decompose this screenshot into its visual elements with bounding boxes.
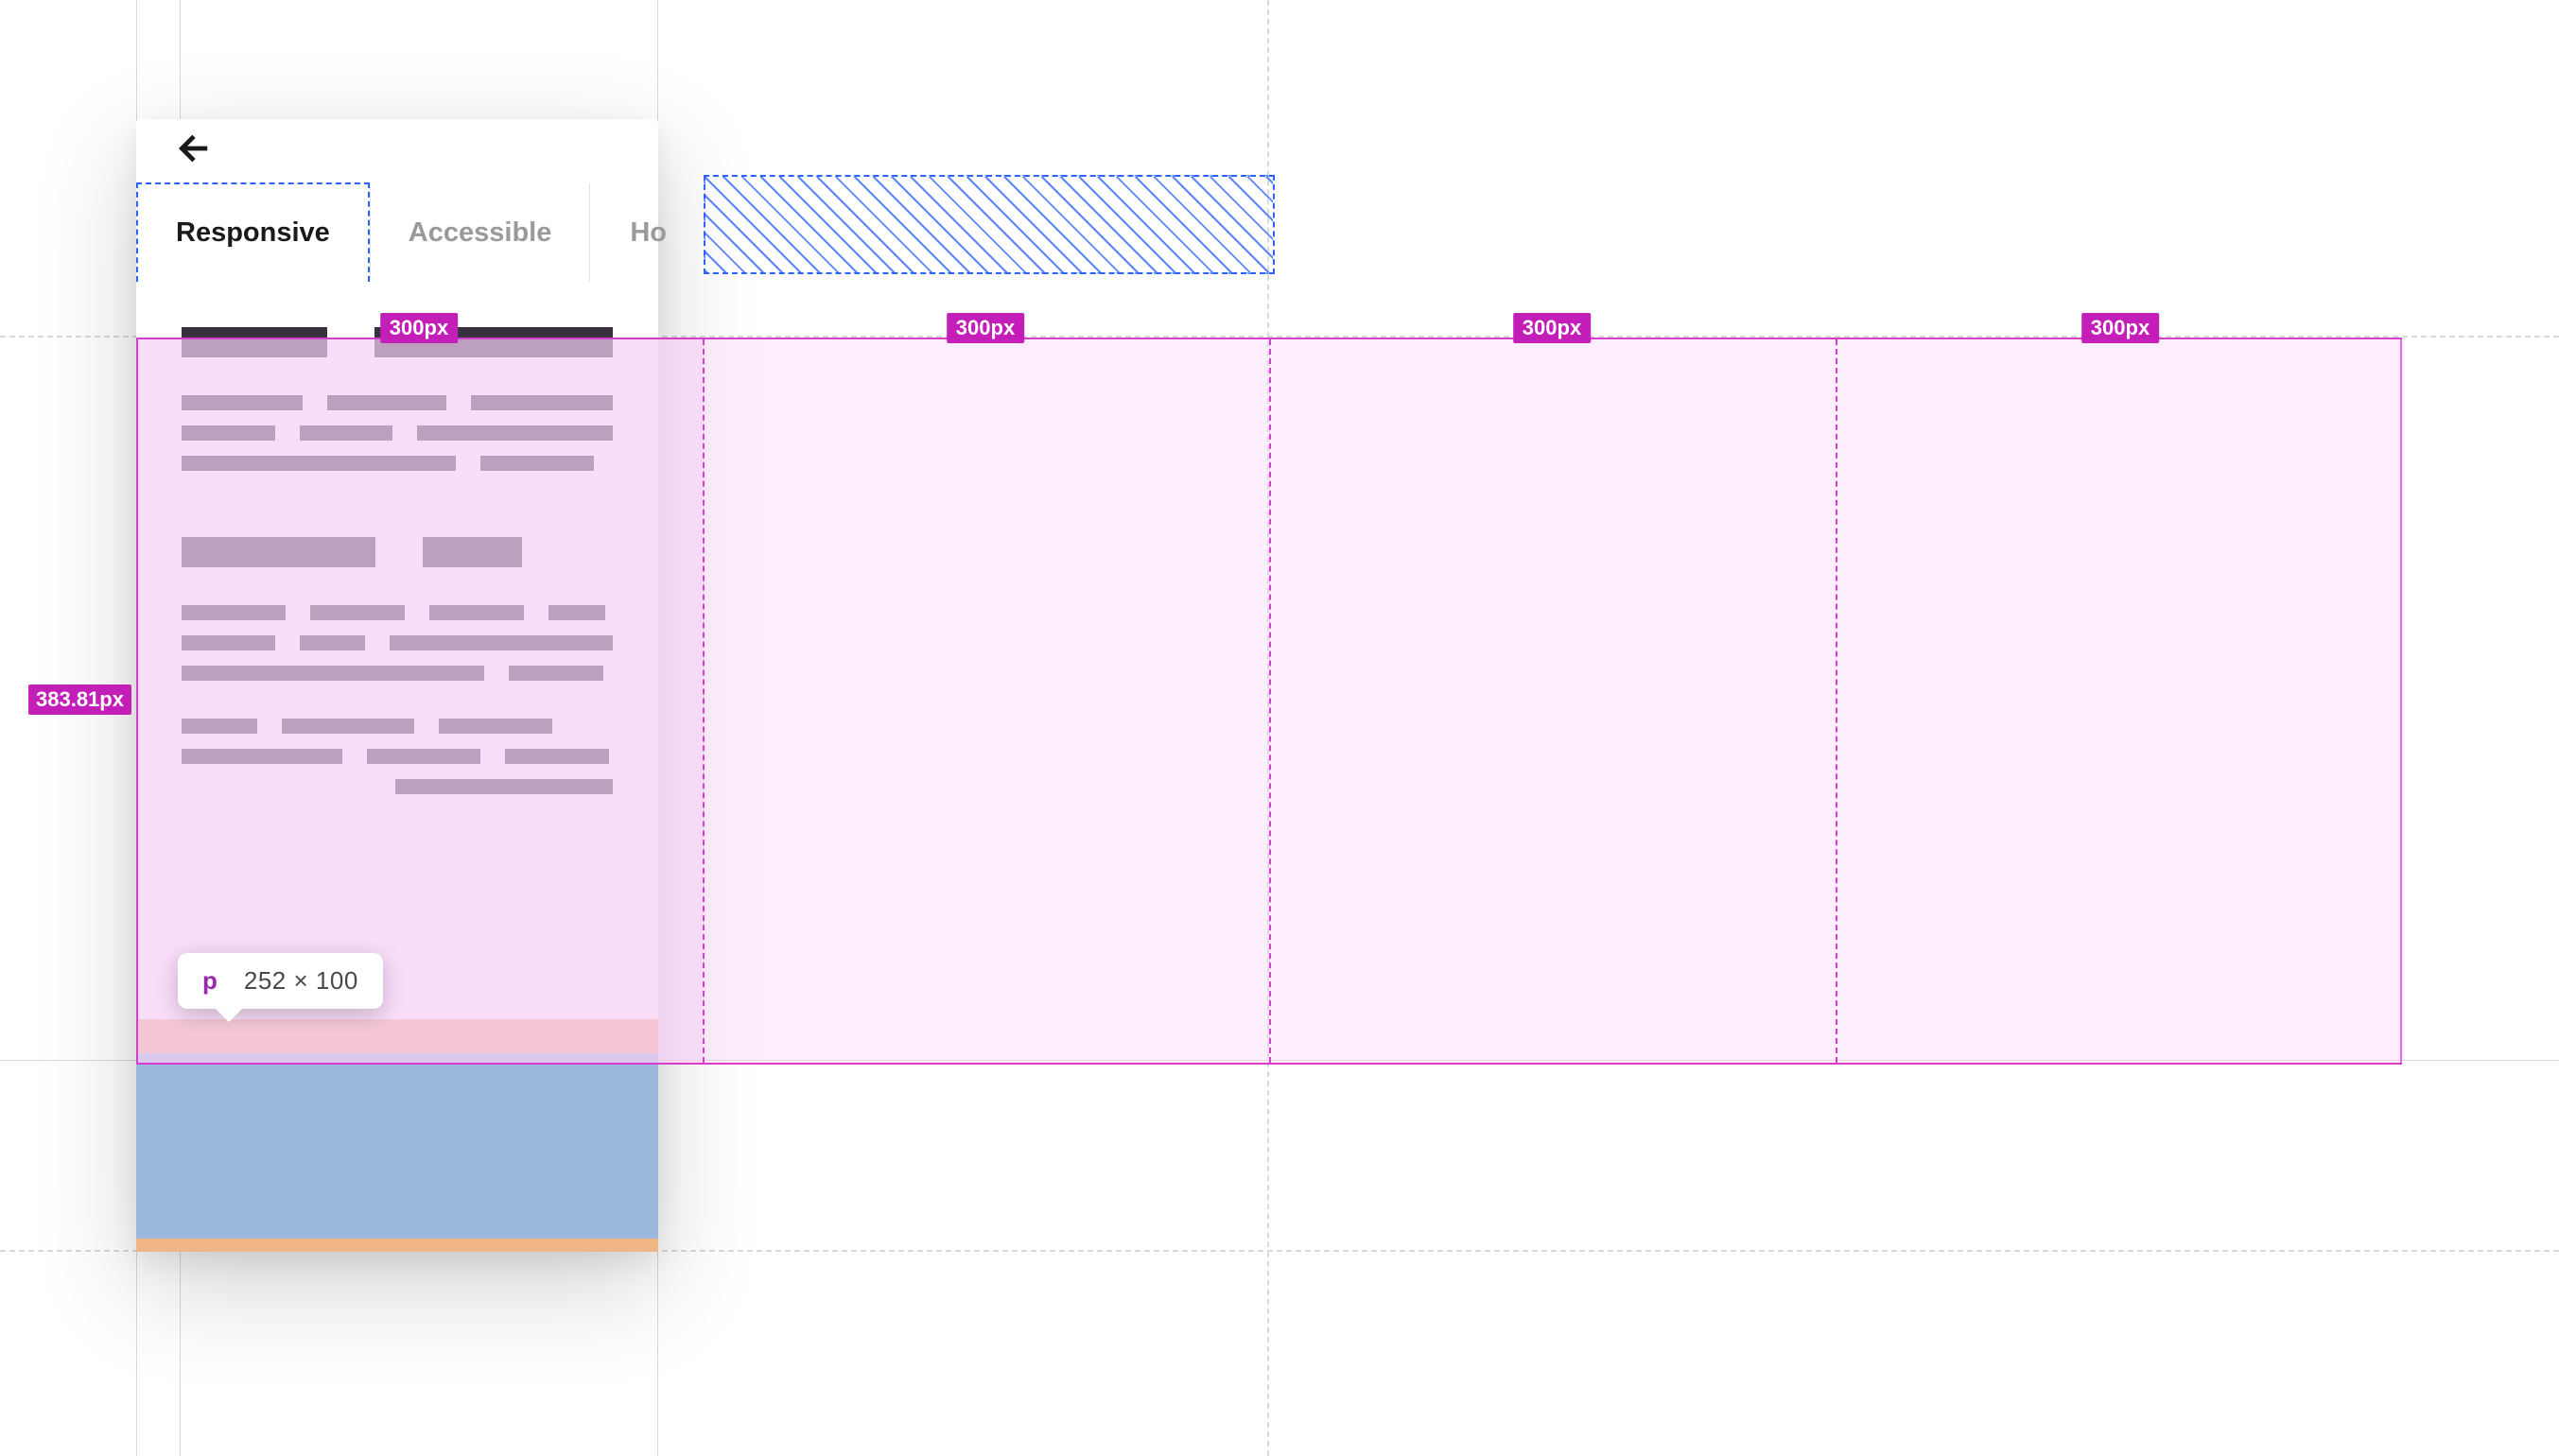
element-inspect-tooltip: p 252 × 100 — [178, 953, 383, 1009]
grid-column-2: 300px — [705, 339, 1271, 1063]
tooltip-dims: 252 × 100 — [244, 966, 358, 996]
grid-column-width-label: 300px — [2081, 313, 2159, 343]
tooltip-tag: p — [202, 966, 218, 996]
grid-column-width-label: 300px — [380, 313, 458, 343]
mobile-preview-frame: Responsive Accessible Horizo — [136, 119, 658, 1252]
tab-label: Horizo — [630, 217, 670, 249]
tabpanel-responsive — [136, 282, 658, 847]
tab-responsive[interactable]: Responsive — [136, 182, 370, 282]
grid-column-width-label: 300px — [1513, 313, 1591, 343]
content-section-2 — [182, 537, 613, 794]
tablist: Responsive Accessible Horizo — [136, 182, 658, 282]
tab-horizontal[interactable]: Horizo — [590, 182, 670, 282]
tablist-overflow-selection — [704, 175, 1275, 274]
grid-height-label: 383.81px — [28, 685, 131, 715]
tab-label: Accessible — [409, 217, 552, 249]
back-arrow-icon[interactable] — [176, 130, 212, 171]
content-section-1 — [182, 327, 613, 471]
tab-label: Responsive — [176, 217, 330, 249]
tab-accessible[interactable]: Accessible — [370, 182, 591, 282]
grid-column-4: 300px — [1837, 339, 2404, 1063]
mobile-header — [136, 119, 658, 182]
grid-column-3: 300px — [1271, 339, 1837, 1063]
content-media-placeholder — [136, 1019, 658, 1252]
grid-column-width-label: 300px — [947, 313, 1024, 343]
